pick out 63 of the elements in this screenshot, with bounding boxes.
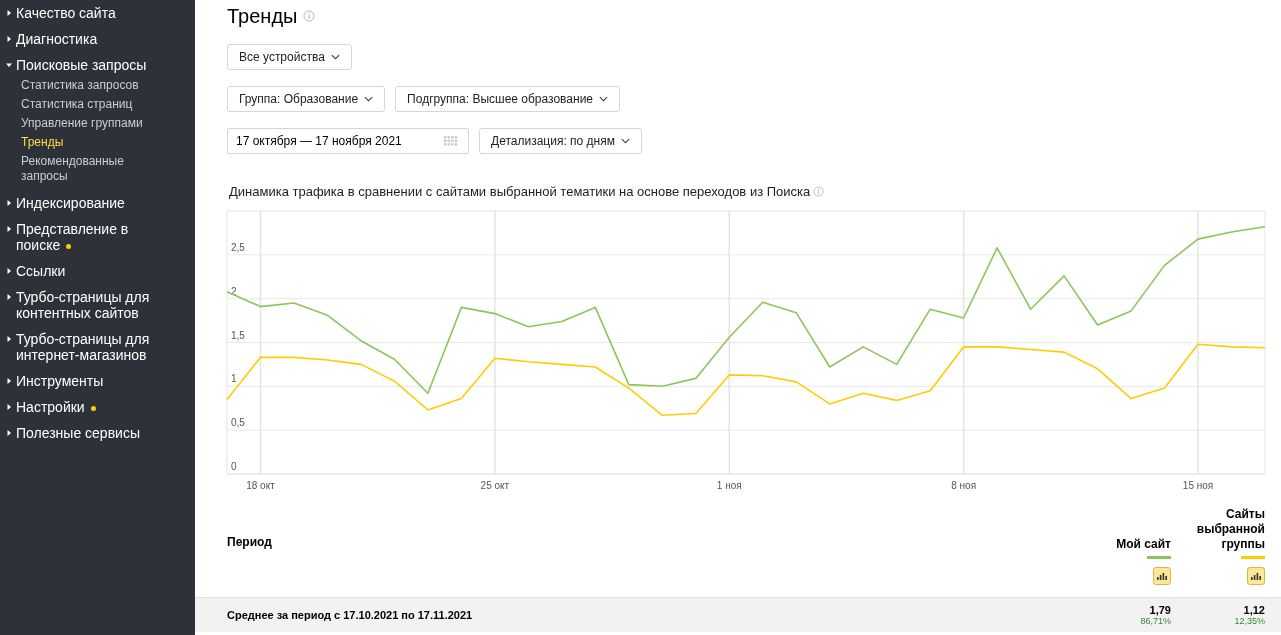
column-header: Сайты выбранной группы [1195, 507, 1265, 552]
sidebar-item[interactable]: Настройки [0, 398, 195, 415]
sidebar-item[interactable]: Качество сайта [0, 4, 195, 21]
page-title: Тренды [227, 4, 298, 28]
caret-icon [6, 62, 12, 68]
bar-chart-icon [1157, 572, 1167, 580]
sidebar-subitem[interactable]: Тренды [0, 133, 166, 152]
table-cell-text: Среднее за период с 17.10.2021 по 17.11.2021 [227, 609, 474, 621]
date-range-field[interactable]: 17 октября — 17 ноября 2021 [227, 128, 469, 154]
value-text: 1,79 [1149, 603, 1171, 616]
subgroup-dropdown[interactable]: Подгруппа: Высшее образование [395, 86, 621, 112]
info-icon[interactable] [303, 10, 316, 22]
caret-icon [6, 294, 12, 300]
sidebar-item[interactable]: Турбо-страницы для интернет-магазинов [0, 330, 195, 363]
caret-icon [6, 36, 12, 42]
x-axis-label: 18 окт [246, 480, 275, 491]
caret-icon [6, 378, 12, 384]
sidebar-item[interactable]: Поисковые запросы [0, 56, 195, 73]
chevron-down-icon [364, 96, 374, 102]
share-text: 86,71% [1140, 615, 1171, 627]
sidebar-item[interactable]: Турбо-страницы для контентных сайтов [0, 288, 195, 321]
caret-icon [6, 430, 12, 436]
y-axis-label: 0 [231, 461, 237, 472]
x-axis-label: 8 ноя [951, 480, 977, 491]
chevron-down-icon [599, 96, 609, 102]
info-icon[interactable] [813, 186, 825, 197]
share-text: 12,35% [1234, 615, 1265, 627]
x-axis-label: 1 ноя [716, 480, 742, 491]
sidebar-subitem[interactable]: Статистика страниц [0, 95, 166, 114]
sidebar-item[interactable]: Инструменты [0, 372, 195, 389]
caret-icon [6, 226, 12, 232]
caret-icon [6, 10, 12, 16]
column-header: Мой сайт [1115, 537, 1171, 552]
chevron-down-icon [620, 138, 630, 144]
chevron-down-icon [330, 54, 340, 60]
sidebar-item[interactable]: Полезные сервисы [0, 424, 195, 441]
device-dropdown[interactable]: Все устройства [227, 44, 352, 70]
y-axis-label: 1 [231, 373, 237, 385]
bar-chart-button[interactable] [1153, 567, 1171, 585]
y-axis-label: 1,5 [231, 329, 245, 341]
caret-icon [6, 336, 12, 342]
sidebar-subitem[interactable]: Рекомендованные запросы [0, 152, 166, 186]
chart-title: Динамика трафика в сравнении с сайтами выбранной тематики на основе переходов из Поиска [229, 184, 811, 199]
caret-icon [6, 268, 12, 274]
sidebar-item[interactable]: Представление в поиске [0, 220, 195, 253]
x-axis-label: 25 окт [480, 480, 510, 491]
column-header: Период [227, 535, 273, 551]
x-axis-label: 15 ноя [1182, 480, 1214, 491]
caret-icon [6, 404, 12, 410]
y-axis-label: 0,5 [231, 417, 245, 429]
detail-dropdown[interactable]: Детализация: по дням [479, 128, 642, 154]
sidebar-subitem[interactable]: Статистика запросов [0, 76, 166, 95]
group-dropdown[interactable]: Группа: Образование [227, 86, 386, 112]
bar-chart-icon [1251, 572, 1261, 580]
bar-chart-button[interactable] [1247, 567, 1265, 585]
caret-icon [6, 200, 12, 206]
sidebar-item[interactable]: Ссылки [0, 262, 195, 279]
sidebar-item[interactable]: Индексирование [0, 194, 195, 211]
sidebar-subitem[interactable]: Управление группами [0, 114, 166, 133]
calendar-icon[interactable] [444, 136, 458, 146]
y-axis-label: 2,5 [231, 241, 245, 253]
value-text: 1,12 [1243, 603, 1265, 616]
sidebar-item[interactable]: Диагностика [0, 30, 195, 47]
